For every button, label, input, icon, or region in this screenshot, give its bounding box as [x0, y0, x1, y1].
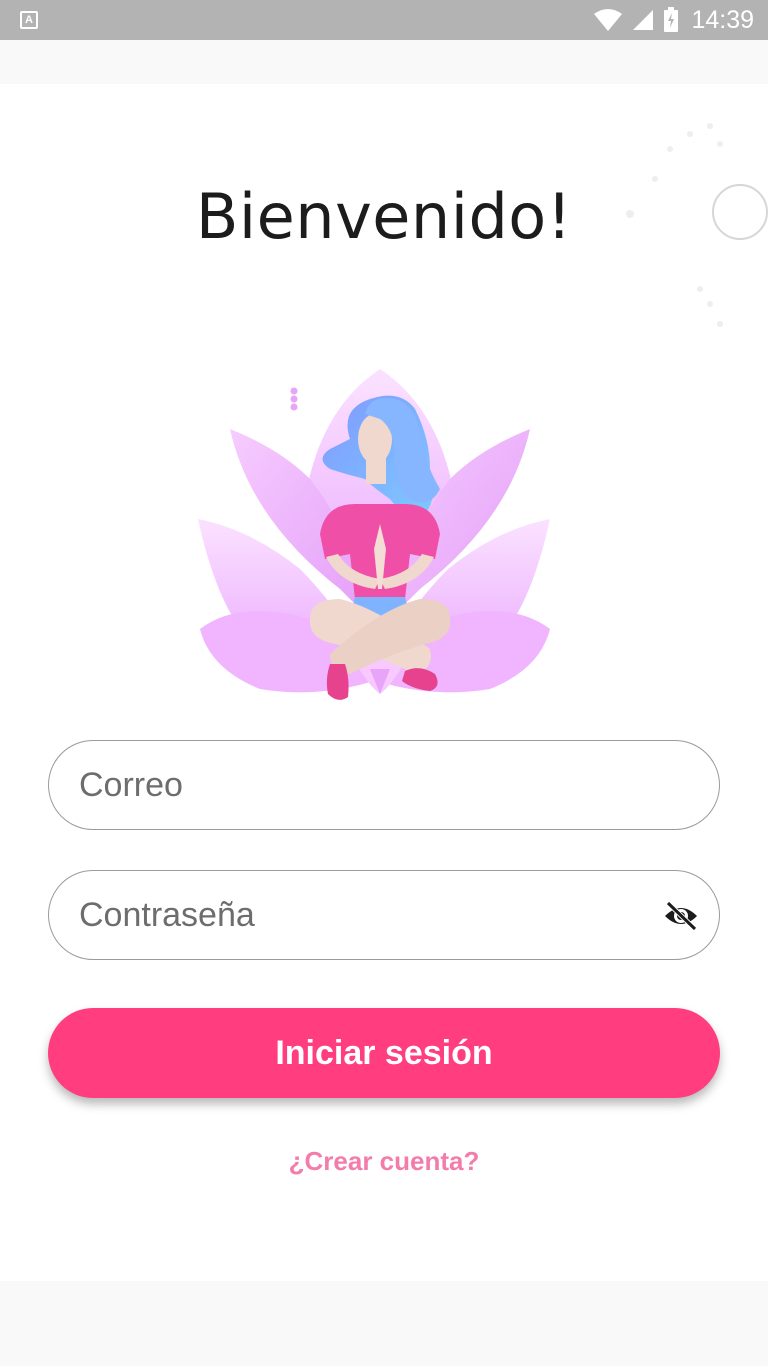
login-button[interactable]: Iniciar sesión [48, 1008, 720, 1098]
bottom-area [0, 1281, 768, 1366]
email-field[interactable] [48, 740, 720, 830]
eye-off-icon[interactable] [661, 896, 701, 936]
status-icons: 14:39 [593, 0, 754, 40]
page-title: Bienvenido! [195, 180, 573, 253]
wifi-icon [594, 9, 623, 31]
app-bar-space [0, 40, 768, 84]
status-time: 14:39 [691, 5, 754, 34]
meditation-lotus-illustration [198, 369, 550, 700]
a-icon: A [20, 11, 38, 29]
status-bar: A 14:39 [0, 0, 768, 40]
signal-icon [633, 10, 654, 30]
create-account-link[interactable]: ¿Crear cuenta? [0, 1146, 768, 1177]
battery-icon [664, 7, 679, 32]
login-card: Bienvenido! Correo Iniciar sesión ¿Crear… [0, 84, 768, 1281]
password-field[interactable] [48, 870, 720, 960]
password-input[interactable] [79, 871, 639, 959]
email-input[interactable] [79, 741, 639, 829]
loading-spinner-icon [712, 184, 768, 240]
